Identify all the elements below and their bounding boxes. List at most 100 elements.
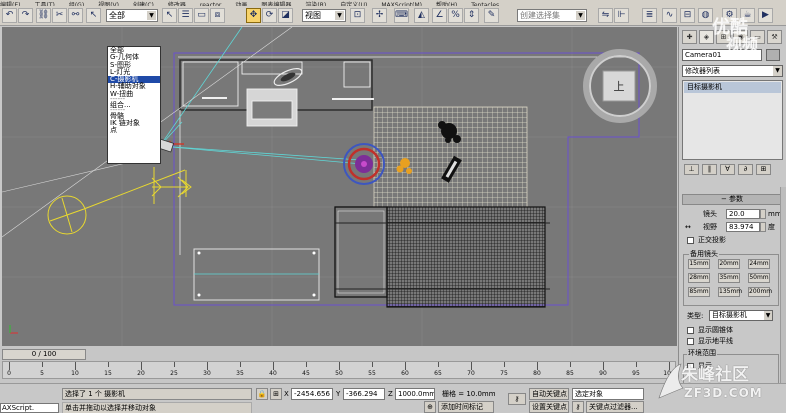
edit-named-selection-icon[interactable]: ✎ xyxy=(484,8,499,23)
timeline-tick-label: 30 xyxy=(203,370,211,377)
lens-button-24mm[interactable]: 24mm xyxy=(748,259,770,269)
schematic-icon[interactable]: ⊟ xyxy=(680,8,695,23)
quick-render-icon[interactable]: ▶ xyxy=(758,8,773,23)
time-slider[interactable]: 0 / 100 xyxy=(2,349,86,360)
keyboard-shortcut-icon[interactable]: ⌨ xyxy=(394,8,409,23)
reference-coord-select[interactable]: 视图 ▼ xyxy=(302,9,346,22)
bind-icon[interactable]: ⚯ xyxy=(68,8,83,23)
lens-button-85mm[interactable]: 85mm xyxy=(688,287,710,297)
curve-editor-icon[interactable]: ∿ xyxy=(662,8,677,23)
fov-field[interactable]: 83.974 xyxy=(726,222,760,232)
key-filters-button[interactable]: 关键点过滤器... xyxy=(586,401,644,413)
top-viewport[interactable]: 上 全部G-几何体S-图形L-灯光C-摄影机H-辅助对象W-扭曲------组合… xyxy=(2,27,677,346)
selection-filter-dropdown[interactable]: 全部G-几何体S-图形L-灯光C-摄影机H-辅助对象W-扭曲------组合..… xyxy=(107,46,161,164)
timeline-tick-label: 80 xyxy=(533,370,541,377)
add-time-tag-button[interactable]: 添加时间标记 xyxy=(438,401,494,413)
angle-snap-icon[interactable]: ∠ xyxy=(432,8,447,23)
utilities-tab[interactable]: ⚒ xyxy=(767,30,782,44)
ortho-checkbox[interactable] xyxy=(687,237,694,244)
auto-key-button[interactable]: 自动关键点 xyxy=(529,388,569,400)
absolute-mode-icon[interactable]: ⊞ xyxy=(270,388,282,400)
time-tag-icon[interactable]: ⊕ xyxy=(424,401,436,413)
lock-icon[interactable]: 🔒 xyxy=(256,388,268,400)
lens-spinner[interactable] xyxy=(760,209,766,219)
window-crossing-icon[interactable]: ⧈ xyxy=(210,8,225,23)
select-icon[interactable]: ↖ xyxy=(86,8,101,23)
fov-unit: 度 xyxy=(768,223,775,231)
layer-icon[interactable]: ≣ xyxy=(642,8,657,23)
fov-spinner[interactable] xyxy=(760,222,766,232)
y-coordinate-field[interactable]: -366.294 xyxy=(343,388,385,400)
fov-direction-icon[interactable]: ↔ xyxy=(685,222,691,232)
show-horizon-checkbox[interactable] xyxy=(687,338,694,345)
modifier-stack-item[interactable]: 目标摄影机 xyxy=(684,82,781,93)
snap-icon[interactable]: ◭ xyxy=(414,8,429,23)
viewport-canvas[interactable]: 上 xyxy=(2,27,677,346)
pin-stack-icon[interactable]: ⊥ xyxy=(684,164,699,175)
align-icon[interactable]: ⊩ xyxy=(614,8,629,23)
timeline-tick-label: 50 xyxy=(335,370,343,377)
redo-icon[interactable]: ↷ xyxy=(18,8,33,23)
rotate-icon[interactable]: ⟳ xyxy=(262,8,277,23)
secondary-camera[interactable] xyxy=(47,167,192,235)
set-key-button[interactable]: 设置关键点 xyxy=(529,401,569,413)
configure-sets-icon[interactable]: ⊞ xyxy=(756,164,771,175)
select-object-icon[interactable]: ↖ xyxy=(162,8,177,23)
track-bar[interactable]: 0 5 10 15 20 25 30 35 40 45 50 55 60 65 70 75 80 85 90 95 10… xyxy=(2,361,676,379)
modifier-stack[interactable]: 目标摄影机 xyxy=(682,80,783,160)
spinner-snap-icon[interactable]: ⇕ xyxy=(464,8,479,23)
scale-icon[interactable]: ◪ xyxy=(278,8,293,23)
lens-button-15mm[interactable]: 15mm xyxy=(688,259,710,269)
parameters-rollout-header[interactable]: − 参数 xyxy=(682,194,782,205)
lens-label: 镜头 xyxy=(703,210,717,218)
show-cone-checkbox[interactable] xyxy=(687,327,694,334)
timeline-tick xyxy=(636,362,637,367)
move-icon[interactable]: ✥ xyxy=(246,8,261,23)
timeline-tick-label: 10 xyxy=(71,370,79,377)
remove-modifier-icon[interactable]: ∂ xyxy=(738,164,753,175)
lens-button-35mm[interactable]: 35mm xyxy=(718,273,740,283)
undo-icon[interactable]: ↶ xyxy=(2,8,17,23)
object-color-swatch[interactable] xyxy=(766,49,780,61)
lens-button-28mm[interactable]: 28mm xyxy=(688,273,710,283)
show-horizon-label: 显示地平线 xyxy=(698,337,733,345)
lens-button-50mm[interactable]: 50mm xyxy=(748,273,770,283)
listener-mini xyxy=(1,387,60,401)
filter-option[interactable]: 点 xyxy=(108,126,160,134)
selection-filter-select[interactable]: 全部 ▼ xyxy=(106,9,158,22)
lens-button-200mm[interactable]: 200mm xyxy=(748,287,772,297)
show-end-result-icon[interactable]: ∥ xyxy=(702,164,717,175)
unlink-icon[interactable]: ✂ xyxy=(52,8,67,23)
timeline-tick xyxy=(438,362,439,367)
lens-button-20mm[interactable]: 20mm xyxy=(718,259,740,269)
z-coordinate-field[interactable]: 1000.0mm xyxy=(395,388,435,400)
key-small-icon[interactable]: ⚷ xyxy=(572,401,584,413)
command-panel-scrollbar[interactable] xyxy=(780,187,786,383)
key-mode-select[interactable]: 选定对象 xyxy=(572,388,644,400)
filter-option[interactable]: 组合... xyxy=(108,101,160,109)
link-icon[interactable]: ⛓ xyxy=(36,8,51,23)
camera-type-select[interactable]: 目标摄影机 ▼ xyxy=(709,310,773,321)
pivot-icon[interactable]: ⊡ xyxy=(350,8,365,23)
material-editor-icon[interactable]: ◍ xyxy=(698,8,713,23)
lens-field[interactable]: 20.0 xyxy=(726,209,760,219)
x-coordinate-field[interactable]: -2454.656 xyxy=(291,388,333,400)
timeline-tick-label: 70 xyxy=(467,370,475,377)
select-by-name-icon[interactable]: ☰ xyxy=(178,8,193,23)
mirror-icon[interactable]: ⇋ xyxy=(598,8,613,23)
key-icon[interactable]: ⚷ xyxy=(508,393,526,405)
named-selection-set-select[interactable]: 创建选择集 ▼ xyxy=(517,9,587,22)
chair-object xyxy=(273,68,303,86)
percent-snap-icon[interactable]: % xyxy=(448,8,463,23)
lens-button-135mm[interactable]: 135mm xyxy=(718,287,742,297)
rug-grid xyxy=(373,106,528,208)
create-tab[interactable]: ✚ xyxy=(682,30,697,44)
light-gizmo[interactable] xyxy=(343,143,385,185)
filter-option[interactable]: W-扭曲 xyxy=(108,90,160,98)
timeline-tick-label: 25 xyxy=(170,370,178,377)
modifier-list-select[interactable]: 修改器列表 ▼ xyxy=(682,65,783,77)
maxscript-listener[interactable]: AXScript. xyxy=(0,403,59,413)
select-manipulate-icon[interactable]: ✢ xyxy=(372,8,387,23)
make-unique-icon[interactable]: ∀ xyxy=(720,164,735,175)
rect-select-icon[interactable]: ▭ xyxy=(194,8,209,23)
